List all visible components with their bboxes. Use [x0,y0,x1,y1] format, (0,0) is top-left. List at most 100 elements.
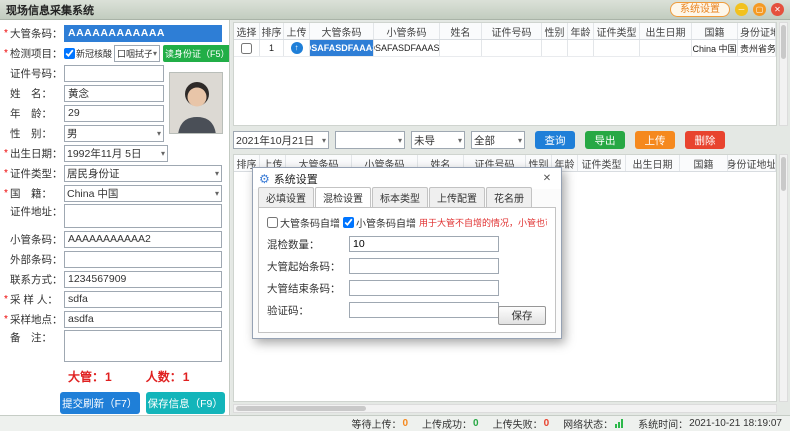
big-auto-increment-option[interactable]: 大管条码自增 [267,215,340,230]
checkbox-text: 小管条码自增 [356,215,416,230]
dialog-save-button[interactable]: 保存 [498,306,546,325]
covid-test-checkbox-label: 新冠核酸 [76,47,112,60]
age-input[interactable] [64,105,164,122]
scrollbar-thumb[interactable] [781,157,786,191]
column-header: 上传 [284,23,310,39]
date-filter-value: 2021年10月21日 [236,133,321,148]
remark-input[interactable] [64,330,222,362]
tab-upload-config[interactable]: 上传配置 [429,187,485,207]
system-settings-button[interactable]: 系统设置 [670,2,730,17]
portrait-photo-image [170,73,223,134]
label-text: 出生日期： [10,146,63,161]
remark-row: 备 注： [4,330,225,362]
tab-specimen-type[interactable]: 标本类型 [372,187,428,207]
id-number-input[interactable] [64,65,164,82]
row-nation-cell: China 中国 [692,40,738,56]
mix-count-input[interactable] [349,236,499,252]
id-address-label: 证件地址： [4,204,64,219]
column-header: 年龄 [568,23,594,39]
submit-refresh-button[interactable]: 提交刷新（F7） [60,392,140,414]
chevron-down-icon: ▾ [152,49,157,58]
column-header: 身份证地址 [728,155,776,171]
dialog-content: 大管条码自增 小管条码自增 用于大管不自增的情况，小管也可自增 混检数量： 大管… [258,207,556,333]
end-code-input[interactable] [349,280,499,296]
upload-fail-value: 0 [544,418,550,429]
label-text: 年 龄： [10,106,52,121]
id-type-select[interactable]: 居民身份证 ▾ [64,165,222,182]
date-filter[interactable]: 2021年10月21日 ▾ [233,131,329,149]
export-state-select[interactable]: 未导 ▾ [411,131,465,149]
tab-mix-settings[interactable]: 混检设置 [315,187,371,208]
tab-roster[interactable]: 花名册 [486,187,532,207]
people-counter: 人数：1 [146,368,190,385]
network-status-label: 网络状态： [563,416,613,431]
nationality-row: *国 籍： China 中国 ▾ [4,184,225,202]
system-time-label: 系统时间： [638,416,688,431]
nationality-label: *国 籍： [4,186,64,201]
dialog-close-button[interactable]: ✕ [539,173,555,184]
end-code-row: 大管结束条码： [267,280,547,296]
small-tube-input[interactable] [64,231,222,248]
sampler-label: *采 样 人： [4,292,64,307]
row-select-checkbox[interactable] [241,43,252,54]
birth-date-picker[interactable]: 1992年11月 5日 ▾ [64,145,168,162]
swab-type-select[interactable]: 口咽拭子 ▾ [114,45,160,62]
label-text: 姓 名： [10,86,52,101]
start-code-input[interactable] [349,258,499,274]
waiting-upload-label: 等待上传： [351,416,401,431]
row-address-cell: 贵州省务川仡佬族 [738,40,776,56]
scrollbar-thumb[interactable] [236,406,366,411]
big-tube-counter-value: 1 [105,370,112,384]
minimize-button[interactable]: ─ [735,3,748,16]
dialog-titlebar: ⚙ 系统设置 ✕ [253,168,561,189]
window-controls: 系统设置 ─ ▢ ✕ [670,2,784,17]
query-button[interactable]: 查询 [535,131,575,149]
label-text: 证件号码： [10,66,63,81]
contact-input[interactable] [64,271,222,288]
small-auto-increment-checkbox[interactable] [343,217,354,228]
big-tube-input[interactable] [64,25,222,42]
gender-value: 男 [67,126,156,141]
column-header: 小管条码 [374,23,440,39]
tab-required-settings[interactable]: 必填设置 [258,187,314,207]
filter-select[interactable]: ▾ [335,131,405,149]
upload-button[interactable]: 上传 [635,131,675,149]
delete-button[interactable]: 删除 [685,131,725,149]
small-auto-increment-option[interactable]: 小管条码自增 [343,215,416,230]
export-button[interactable]: 导出 [585,131,625,149]
start-code-row: 大管起始条码： [267,258,547,274]
gender-select[interactable]: 男 ▾ [64,125,164,142]
lower-table-scrollbar[interactable] [779,154,788,402]
name-input[interactable] [64,85,164,102]
close-button[interactable]: ✕ [771,3,784,16]
people-counter-label: 人数： [146,368,182,385]
sampler-input[interactable] [64,291,222,308]
nationality-select[interactable]: China 中国 ▾ [64,185,222,202]
save-info-button[interactable]: 保存信息（F9） [146,392,226,414]
contact-label: 联系方式： [4,272,64,287]
end-code-label: 大管结束条码： [267,281,349,296]
external-barcode-input[interactable] [64,251,222,268]
scrollbar-thumb[interactable] [781,25,786,59]
label-text: 大管条码： [10,26,63,41]
read-id-card-button[interactable]: 读身份证（F5） [163,45,230,62]
column-header: 出生日期 [626,155,680,171]
upper-table-scrollbar[interactable] [779,22,788,126]
captcha-input[interactable] [349,302,499,318]
app-title: 现场信息采集系统 [6,2,94,18]
maximize-button[interactable]: ▢ [753,3,766,16]
row-id-type-cell [594,40,640,56]
scope-select-value: 全部 [474,133,517,148]
sampling-location-row: *采样地点： [4,310,225,328]
scope-select[interactable]: 全部 ▾ [471,131,525,149]
titlebar: 现场信息采集系统 系统设置 ─ ▢ ✕ [0,0,790,20]
gender-label: 性 别： [4,126,64,141]
upload-success-value: 0 [473,418,479,429]
horizontal-scrollbar[interactable] [233,404,777,413]
form-buttons: 提交刷新（F7） 保存信息（F9） [60,392,225,414]
id-address-input[interactable] [64,204,222,228]
big-auto-increment-checkbox[interactable] [267,217,278,228]
table-row[interactable]: 1 ↑ DSAFASDFAAAS DSAFASDFAAAS1 China 中国 … [234,40,776,57]
sampling-location-input[interactable] [64,311,222,328]
covid-test-checkbox[interactable] [64,48,75,59]
